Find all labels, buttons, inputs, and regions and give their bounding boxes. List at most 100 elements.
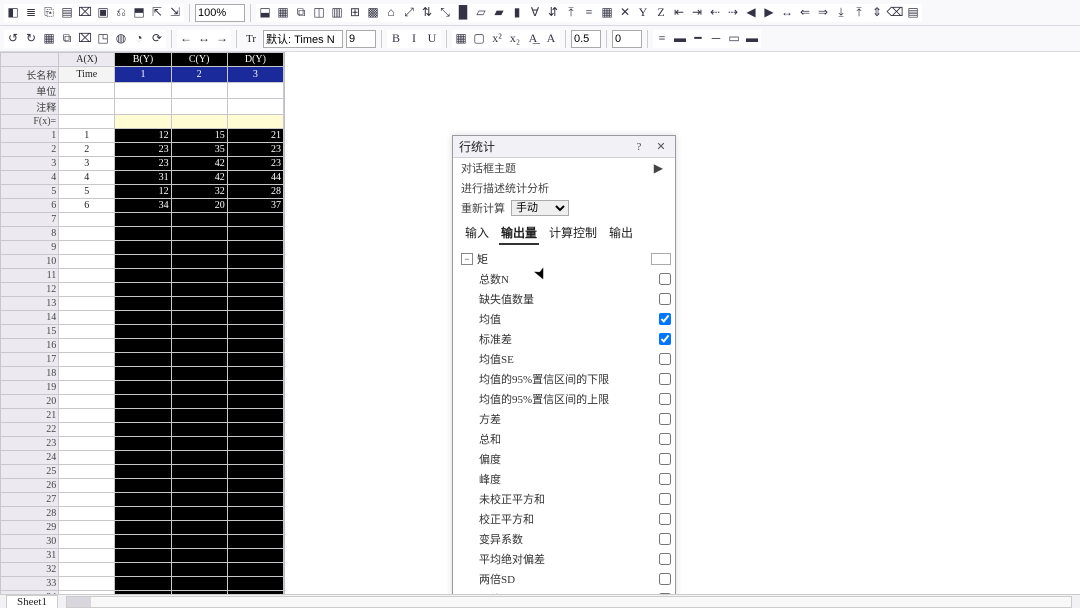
empty-cell[interactable] [115, 549, 171, 563]
col-header-B(Y)[interactable]: B(Y) [115, 53, 171, 67]
cell[interactable] [171, 83, 227, 99]
empty-cell[interactable] [171, 479, 227, 493]
data-cell[interactable]: 2 [59, 143, 115, 157]
empty-cell[interactable] [227, 381, 283, 395]
empty-cell[interactable] [171, 269, 227, 283]
theme-arrow-icon[interactable]: ▶ [650, 161, 667, 176]
empty-cell[interactable] [59, 311, 115, 325]
fmt-3[interactable]: ⧉ [58, 30, 76, 48]
tool-7[interactable]: ⬒ [130, 4, 148, 22]
dialog-body[interactable]: − 矩 总数N缺失值数量均值标准差均值SE均值的95%置信区间的下限均值的95%… [453, 245, 675, 594]
row-header[interactable]: 1 [1, 129, 59, 143]
fmt-4[interactable]: ⌧ [76, 30, 94, 48]
tool-12[interactable]: ▱ [472, 4, 490, 22]
empty-cell[interactable] [115, 283, 171, 297]
row-header[interactable]: 15 [1, 325, 59, 339]
row-header[interactable]: 2 [1, 143, 59, 157]
data-cell[interactable]: 15 [171, 129, 227, 143]
empty-cell[interactable] [227, 213, 283, 227]
recalc-select[interactable]: 手动 [511, 200, 569, 216]
tool-20[interactable]: ✕ [616, 4, 634, 22]
empty-cell[interactable] [59, 255, 115, 269]
stat-option-checkbox[interactable] [659, 353, 671, 365]
data-cell[interactable]: 6 [59, 199, 115, 213]
empty-cell[interactable] [59, 297, 115, 311]
empty-cell[interactable] [171, 283, 227, 297]
stat-option-checkbox[interactable] [659, 373, 671, 385]
empty-cell[interactable] [227, 339, 283, 353]
stat-option-checkbox[interactable] [659, 493, 671, 505]
empty-cell[interactable] [171, 563, 227, 577]
tool-17[interactable]: ⤒ [562, 4, 580, 22]
data-cell[interactable]: 3 [59, 157, 115, 171]
tool-8[interactable]: ⇱ [148, 4, 166, 22]
tool-34[interactable]: ⇕ [868, 4, 886, 22]
data-cell[interactable]: 20 [171, 199, 227, 213]
empty-cell[interactable] [171, 549, 227, 563]
empty-cell[interactable] [115, 353, 171, 367]
group-value-input[interactable] [651, 253, 671, 265]
tool-2[interactable]: ⎘ [40, 4, 58, 22]
dialog-tab-1[interactable]: 输出量 [499, 222, 539, 245]
empty-cell[interactable] [59, 213, 115, 227]
empty-cell[interactable] [59, 227, 115, 241]
style-1[interactable]: I [405, 30, 423, 48]
data-cell[interactable]: 42 [171, 171, 227, 185]
cell[interactable] [115, 83, 171, 99]
empty-cell[interactable] [115, 577, 171, 591]
empty-cell[interactable] [227, 423, 283, 437]
stat-option-checkbox[interactable] [659, 273, 671, 285]
tool-23[interactable]: ⇤ [670, 4, 688, 22]
empty-cell[interactable] [115, 241, 171, 255]
tool-8[interactable]: ⤢ [400, 4, 418, 22]
empty-cell[interactable] [227, 227, 283, 241]
data-cell[interactable]: 23 [227, 157, 283, 171]
empty-cell[interactable] [59, 269, 115, 283]
row-header[interactable]: 31 [1, 549, 59, 563]
empty-cell[interactable] [59, 325, 115, 339]
tool-0[interactable]: ⬓ [256, 4, 274, 22]
empty-cell[interactable] [59, 423, 115, 437]
empty-cell[interactable] [59, 353, 115, 367]
empty-cell[interactable] [59, 479, 115, 493]
tree-collapse-icon[interactable]: − [461, 253, 473, 265]
empty-cell[interactable] [115, 437, 171, 451]
empty-cell[interactable] [115, 507, 171, 521]
col-header-D(Y)[interactable]: D(Y) [227, 53, 283, 67]
row-header[interactable]: 23 [1, 437, 59, 451]
tool-6[interactable]: ▩ [364, 4, 382, 22]
tool-35[interactable]: ⌫ [886, 4, 904, 22]
tool-22[interactable]: Z [652, 4, 670, 22]
cell[interactable] [171, 115, 227, 129]
tool-1[interactable]: ≣ [22, 4, 40, 22]
empty-cell[interactable] [227, 577, 283, 591]
para-0[interactable]: ▦ [452, 30, 470, 48]
empty-cell[interactable] [115, 409, 171, 423]
tool-5[interactable]: ⊞ [346, 4, 364, 22]
empty-cell[interactable] [227, 465, 283, 479]
para-2[interactable]: x² [488, 30, 506, 48]
stat-option-checkbox[interactable] [659, 393, 671, 405]
tool-4[interactable]: ▥ [328, 4, 346, 22]
fmt-6[interactable]: ◍ [112, 30, 130, 48]
row-header[interactable]: 7 [1, 213, 59, 227]
data-cell[interactable]: 5 [59, 185, 115, 199]
tool-29[interactable]: ↔ [778, 4, 796, 22]
empty-cell[interactable] [171, 437, 227, 451]
row-header[interactable]: 27 [1, 493, 59, 507]
empty-cell[interactable] [171, 227, 227, 241]
empty-cell[interactable] [59, 437, 115, 451]
empty-cell[interactable] [171, 409, 227, 423]
data-cell[interactable]: 23 [227, 143, 283, 157]
empty-cell[interactable] [115, 451, 171, 465]
tool-7[interactable]: ⌂ [382, 4, 400, 22]
empty-cell[interactable] [227, 479, 283, 493]
font-size-input[interactable] [346, 30, 376, 48]
empty-cell[interactable] [59, 395, 115, 409]
empty-cell[interactable] [171, 241, 227, 255]
empty-cell[interactable] [115, 465, 171, 479]
empty-cell[interactable] [227, 563, 283, 577]
empty-cell[interactable] [227, 311, 283, 325]
help-button[interactable]: ? [631, 139, 647, 155]
empty-cell[interactable] [171, 213, 227, 227]
